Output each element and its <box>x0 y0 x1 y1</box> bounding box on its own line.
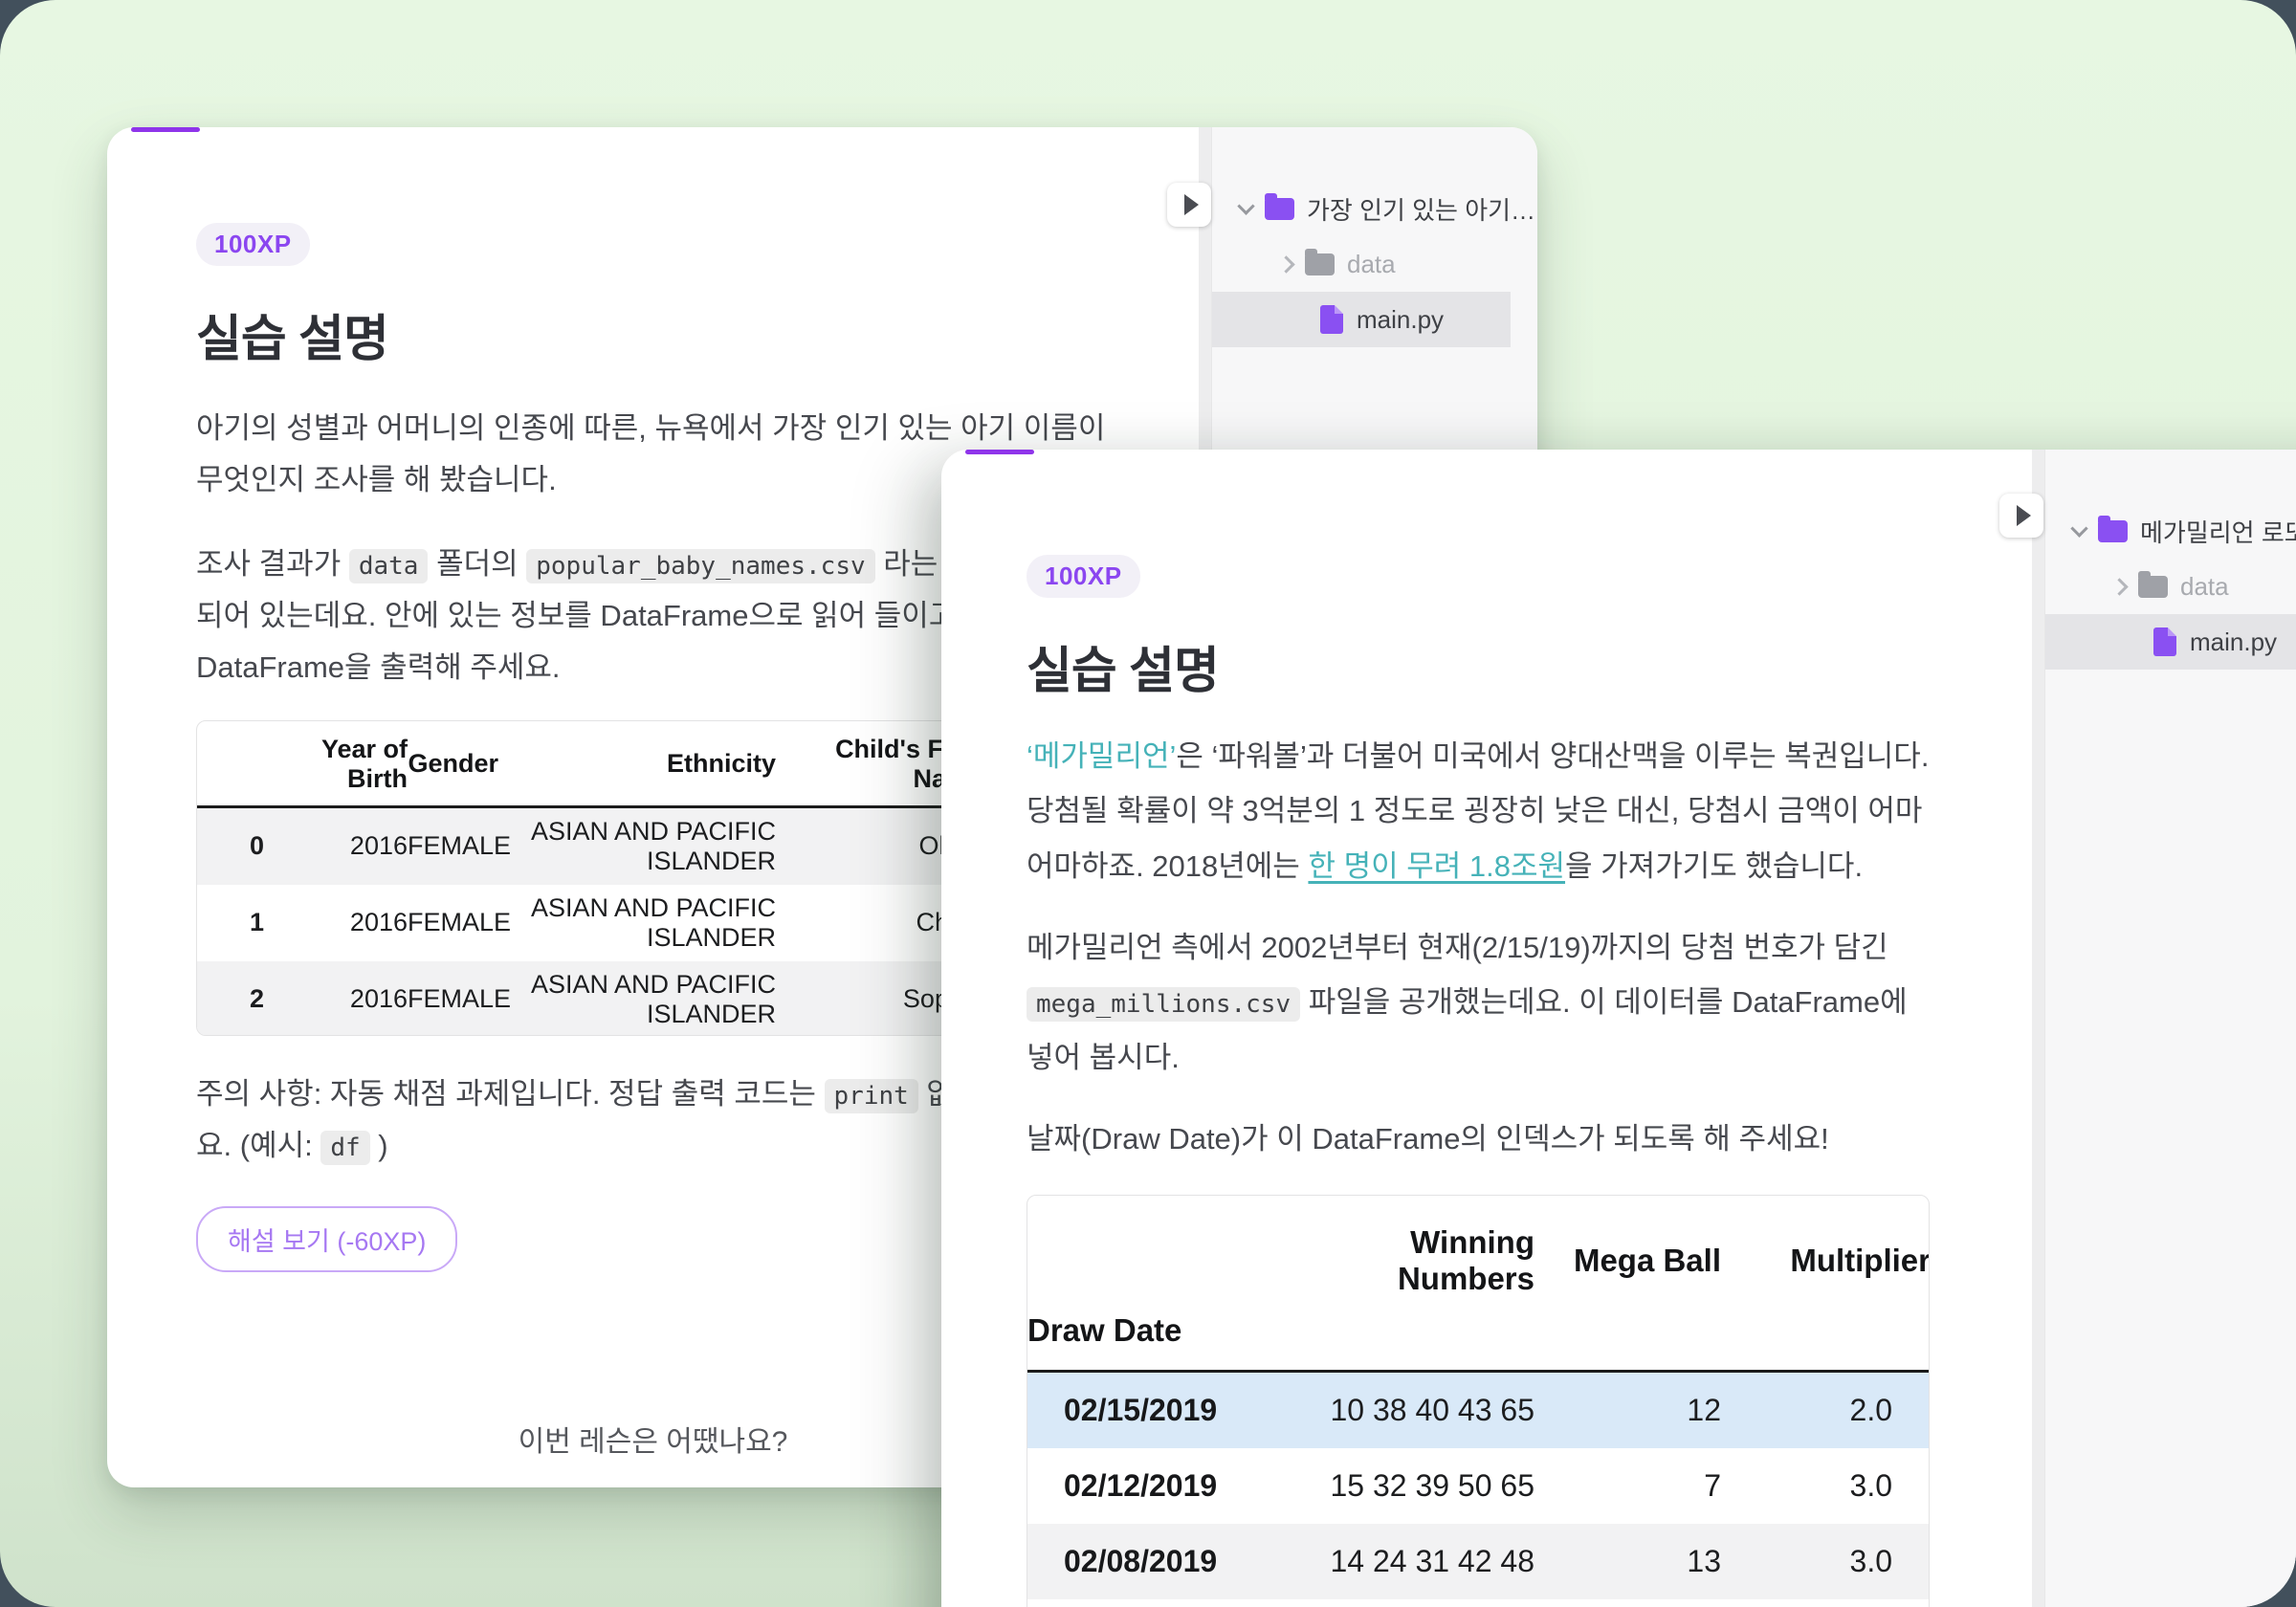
panel-collapse-button[interactable] <box>1999 494 2043 538</box>
page-title: 실습 설명 <box>1027 630 1935 702</box>
xp-badge: 100XP <box>1027 555 1140 598</box>
column-header-year: Year of Birth <box>264 721 408 807</box>
file-tree-root-folder[interactable]: 메가밀리언 로또 당첨 번호 <box>2045 503 2296 559</box>
mega-millions-link[interactable]: ‘메가밀리언’ <box>1027 739 1176 773</box>
chevron-right-icon <box>2103 581 2135 593</box>
file-tree-main-py[interactable]: main.py <box>2045 614 2296 670</box>
column-header-mega-ball: Mega Ball <box>1534 1196 1721 1301</box>
right-arrow-icon <box>1184 194 1199 215</box>
jackpot-news-link[interactable]: 한 명이 무려 1.8조원 <box>1308 849 1565 883</box>
show-solution-button[interactable]: 해설 보기 (-60XP) <box>196 1206 457 1272</box>
description-paragraph-1: ‘메가밀리언’은 ‘파워볼’과 더불어 미국에서 양대산맥을 이루는 복권입니다… <box>1027 729 1935 893</box>
scroll-progress-bar <box>131 127 200 132</box>
table-row: 02/08/201914 24 31 42 48133.0 <box>1027 1524 1930 1599</box>
table-row: 02/12/201915 32 39 50 6573.0 <box>1027 1448 1930 1524</box>
column-header-multiplier: Multiplier <box>1721 1196 1930 1301</box>
inline-code-print: print <box>825 1079 918 1113</box>
python-file-icon <box>2153 627 2176 656</box>
table-header-row: Year of Birth Gender Ethnicity Child's F… <box>197 721 982 807</box>
folder-icon <box>2098 520 2128 542</box>
page-title: 실습 설명 <box>196 298 1110 370</box>
screen-background: 100XP 실습 설명 아기의 성별과 어머니의 인종에 따른, 뉴욕에서 가장… <box>0 0 2296 1607</box>
scroll-progress-bar <box>965 450 1034 454</box>
table-row: 22016FEMALEASIAN AND PACIFIC ISLANDERSop… <box>197 961 982 1036</box>
lesson-content-pane: 100XP 실습 설명 ‘메가밀리언’은 ‘파워볼’과 더불어 미국에서 양대산… <box>941 450 2044 1607</box>
file-tree-root-folder[interactable]: 가장 인기 있는 아기… <box>1212 181 1537 236</box>
table-row: 02016FEMALEASIAN AND PACIFIC ISLANDEROli… <box>197 806 982 885</box>
folder-icon <box>1305 253 1335 275</box>
file-tree-panel: 메가밀리언 로또 당첨 번호 data main.py <box>2044 450 2296 1607</box>
index-label-row: Draw Date <box>1027 1301 1930 1372</box>
lesson-window-mega-millions: 100XP 실습 설명 ‘메가밀리언’은 ‘파워볼’과 더불어 미국에서 양대산… <box>941 450 2296 1607</box>
panel-collapse-button[interactable] <box>1167 183 1211 227</box>
column-header-ethnicity: Ethnicity <box>498 721 776 807</box>
column-header-index <box>197 721 264 807</box>
file-tree-main-py[interactable]: main.py <box>1212 292 1511 347</box>
column-header-gender: Gender <box>408 721 498 807</box>
table-header-row: Winning Numbers Mega Ball Multiplier <box>1027 1196 1930 1301</box>
dataframe-preview-mega-millions: Winning Numbers Mega Ball Multiplier Dra… <box>1027 1195 1930 1607</box>
right-arrow-icon <box>2017 505 2031 526</box>
inline-code-csv-filename: mega_millions.csv <box>1027 987 1300 1022</box>
description-paragraph-2: 메가밀리언 측에서 2002년부터 현재(2/15/19)까지의 당첨 번호가 … <box>1027 920 1935 1085</box>
dataframe-preview-baby-names: Year of Birth Gender Ethnicity Child's F… <box>196 720 982 1036</box>
column-header-winning-numbers: Winning Numbers <box>1265 1196 1534 1301</box>
chevron-down-icon <box>1229 203 1262 215</box>
table-row: 12016FEMALEASIAN AND PACIFIC ISLANDERChl… <box>197 885 982 961</box>
inline-code-data-folder: data <box>349 549 429 583</box>
python-file-icon <box>1320 305 1343 334</box>
description-paragraph-3: 날짜(Draw Date)가 이 DataFrame의 인덱스가 되도록 해 주… <box>1027 1112 1935 1166</box>
content-scrollbar[interactable] <box>2032 450 2044 1607</box>
index-label-draw-date: Draw Date <box>1027 1301 1265 1372</box>
chevron-down-icon <box>2063 525 2095 538</box>
folder-icon <box>2138 576 2168 598</box>
folder-icon <box>1265 198 1294 220</box>
table-row: 02/05/201903 34 36 59 6672.0 <box>1027 1599 1930 1607</box>
table-row-highlighted: 02/15/201910 38 40 43 65122.0 <box>1027 1372 1930 1449</box>
file-tree-data-folder[interactable]: data <box>2045 559 2296 614</box>
file-tree-data-folder[interactable]: data <box>1212 236 1537 292</box>
chevron-right-icon <box>1269 258 1302 271</box>
inline-code-df: df <box>320 1131 369 1165</box>
inline-code-csv-filename: popular_baby_names.csv <box>526 549 874 583</box>
xp-badge: 100XP <box>196 223 310 266</box>
